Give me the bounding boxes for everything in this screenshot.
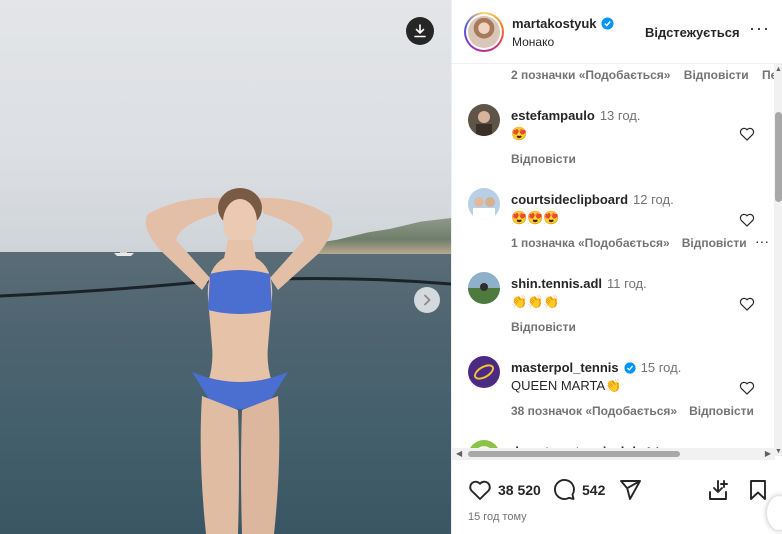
- heart-icon[interactable]: [739, 380, 755, 396]
- comment-likes[interactable]: 38 позначок «Подобається»: [511, 404, 677, 418]
- download-button[interactable]: [406, 17, 434, 45]
- share-icon: [620, 480, 641, 500]
- person-figure: [145, 188, 333, 534]
- scrollbar-thumb[interactable]: [468, 451, 680, 457]
- post-header: martakostyuk Монако Відстежується ···: [452, 0, 782, 64]
- heart-icon[interactable]: [739, 126, 755, 142]
- comment-time[interactable]: 13 год.: [600, 108, 641, 123]
- chevron-right-icon: [424, 294, 431, 306]
- like-button[interactable]: 38 520: [468, 478, 541, 502]
- comment-icon: [554, 479, 575, 500]
- post-photo[interactable]: [0, 0, 451, 534]
- save-icon: [750, 480, 766, 500]
- heart-icon[interactable]: [739, 296, 755, 312]
- scrollbar-thumb[interactable]: [775, 112, 782, 202]
- comment-username[interactable]: shin.tennis.adl: [511, 276, 602, 291]
- comment-reply[interactable]: Відповісти: [682, 236, 747, 250]
- avatar[interactable]: [468, 356, 500, 388]
- download-icon: [414, 24, 426, 38]
- comment-item: courtsideclipboard 12 год. 😍😍😍 1 позначка…: [452, 188, 775, 268]
- comment-text: 😍😍😍: [511, 210, 560, 225]
- comment-text: QUEEN MARTA👏: [511, 378, 622, 393]
- scroll-left-icon[interactable]: ◀: [456, 449, 462, 458]
- avatar[interactable]: [464, 12, 504, 52]
- comment-time[interactable]: 15 год.: [641, 360, 682, 375]
- comment-reply[interactable]: Відповісти: [689, 404, 754, 418]
- verified-icon: [624, 361, 636, 374]
- comment-text: 👏👏👏: [511, 294, 560, 309]
- comment-username[interactable]: estefampaulo: [511, 108, 595, 123]
- comment-time[interactable]: 12 год.: [633, 192, 674, 207]
- likes-count[interactable]: 38 520: [498, 482, 541, 498]
- scroll-right-icon[interactable]: ▶: [765, 449, 771, 458]
- post-location[interactable]: Монако: [512, 35, 554, 49]
- boat-icon: [114, 250, 134, 256]
- add-to-collection-button[interactable]: [706, 478, 730, 502]
- post-panel: martakostyuk Монако Відстежується ··· 2 …: [451, 0, 782, 534]
- comment-reply[interactable]: Відповісти: [511, 152, 576, 166]
- vertical-scrollbar[interactable]: ▲ ▼: [774, 64, 782, 456]
- comments-list: 2 позначки «Подобається» Відповісти Пере…: [452, 64, 775, 456]
- comment-username[interactable]: courtsideclipboard: [511, 192, 628, 207]
- post-actions: 38 520 542: [452, 470, 782, 510]
- prev-comment-meta: 2 позначки «Подобається» Відповісти Пере: [511, 68, 775, 82]
- avatar[interactable]: [468, 272, 500, 304]
- post-author[interactable]: martakostyuk: [512, 16, 614, 31]
- comment-username[interactable]: masterpol_tennis: [511, 360, 619, 375]
- more-icon[interactable]: ···: [749, 19, 769, 41]
- post-author-name[interactable]: martakostyuk: [512, 16, 597, 31]
- verified-icon: [601, 17, 614, 30]
- comment-reply[interactable]: Відповісти: [511, 320, 576, 334]
- comment-item: masterpol_tennis 15 год. QUEEN MARTA👏 38…: [452, 356, 775, 436]
- comment-item: estefampaulo 13 год. 😍 Відповісти: [452, 104, 775, 184]
- comments-count[interactable]: 542: [582, 482, 605, 498]
- prev-comment-likes[interactable]: 2 позначки «Подобається»: [511, 68, 670, 82]
- comment-item: shin.tennis.adl 11 год. 👏👏👏 Відповісти: [452, 272, 775, 352]
- heart-icon[interactable]: [739, 212, 755, 228]
- scroll-up-icon[interactable]: ▲: [775, 66, 782, 74]
- comment-time[interactable]: 11 год.: [607, 276, 647, 291]
- comment-button[interactable]: 542: [552, 478, 605, 502]
- post-time[interactable]: 15 год тому: [468, 511, 527, 523]
- comment-likes[interactable]: 1 позначка «Подобається»: [511, 236, 670, 250]
- avatar[interactable]: [468, 188, 500, 220]
- scroll-down-icon[interactable]: ▼: [775, 448, 782, 456]
- share-button[interactable]: [618, 478, 642, 502]
- prev-comment-reply[interactable]: Відповісти: [684, 68, 749, 82]
- avatar[interactable]: [468, 104, 500, 136]
- horizontal-scrollbar[interactable]: ◀ ▶: [452, 448, 775, 460]
- following-button[interactable]: Відстежується: [645, 25, 740, 40]
- next-photo-button[interactable]: [414, 287, 440, 313]
- save-button[interactable]: [747, 478, 769, 502]
- add-to-collection-icon: [709, 480, 728, 500]
- comment-text: 😍: [511, 126, 528, 141]
- heart-icon: [469, 480, 491, 500]
- comment-more-icon[interactable]: ···: [755, 234, 769, 248]
